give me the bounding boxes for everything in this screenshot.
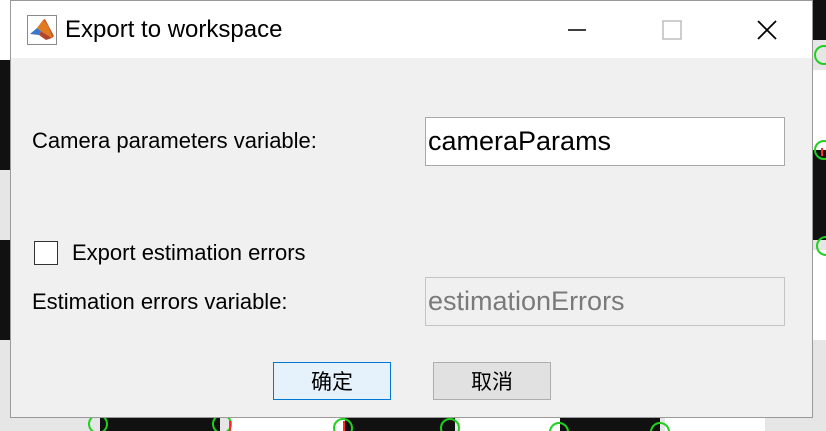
estimation-errors-label: Estimation errors variable: xyxy=(32,289,288,314)
estimation-errors-input: estimationErrors xyxy=(425,277,785,326)
export-errors-label[interactable]: Export estimation errors xyxy=(72,239,306,267)
title-bar[interactable]: Export to workspace xyxy=(11,1,812,58)
calibration-marker xyxy=(440,418,460,431)
window-title: Export to workspace xyxy=(65,16,283,43)
maximize-icon xyxy=(662,19,682,40)
matlab-icon xyxy=(27,15,57,45)
maximize-button[interactable] xyxy=(626,1,718,58)
camera-params-label: Camera parameters variable: xyxy=(32,128,317,153)
export-errors-checkbox[interactable] xyxy=(34,241,58,265)
close-button[interactable] xyxy=(721,1,813,58)
export-dialog: Export to workspace Camera parameters va… xyxy=(10,0,813,418)
cancel-button[interactable]: 取消 xyxy=(433,362,551,400)
close-icon xyxy=(757,19,777,40)
minimize-button[interactable] xyxy=(531,1,623,58)
camera-params-input[interactable]: cameraParams xyxy=(425,117,785,166)
calibration-marker xyxy=(814,45,826,65)
ok-button[interactable]: 确定 xyxy=(273,362,391,400)
minimize-icon xyxy=(568,28,586,31)
